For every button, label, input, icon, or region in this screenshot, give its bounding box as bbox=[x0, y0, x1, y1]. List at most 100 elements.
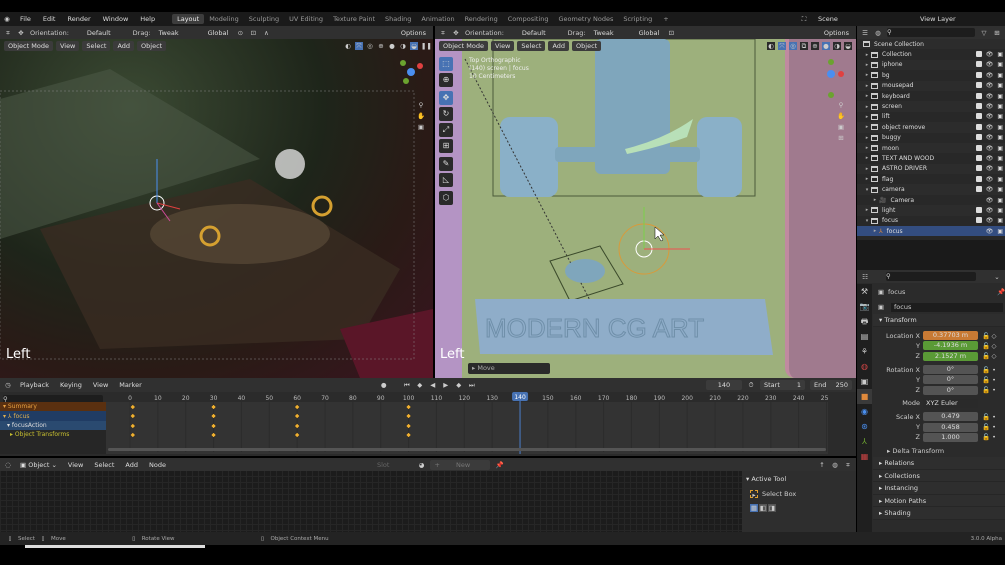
scale-tool-icon[interactable]: ⤢ bbox=[439, 123, 453, 137]
navigation-gizmo[interactable] bbox=[818, 59, 844, 101]
collapsed-arrow-icon[interactable]: ▸ bbox=[863, 93, 871, 99]
exclude-checkbox[interactable] bbox=[975, 123, 982, 130]
exclude-checkbox[interactable] bbox=[975, 82, 982, 89]
eye-icon[interactable]: 👁 bbox=[986, 145, 994, 152]
collapsed-arrow-icon[interactable]: ▸ bbox=[871, 228, 879, 234]
eye-icon[interactable]: 👁 bbox=[986, 228, 994, 235]
eye-icon[interactable]: 👁 bbox=[986, 61, 994, 68]
transform-orientation-dropdown[interactable]: Global bbox=[636, 28, 663, 38]
collapsed-arrow-icon[interactable]: ▸ bbox=[863, 72, 871, 78]
lock-icon[interactable]: 🔓 bbox=[982, 433, 990, 441]
camera-render-icon[interactable]: ▣ bbox=[997, 155, 1003, 162]
perspective-toggle-icon[interactable]: ⊞ bbox=[837, 134, 845, 142]
workspace-tab[interactable]: Texture Paint bbox=[328, 14, 380, 24]
next-keyframe-icon[interactable]: ◆ bbox=[455, 381, 463, 389]
object-type-icon[interactable]: ▣ bbox=[877, 303, 885, 311]
workspace-tab[interactable]: Shading bbox=[380, 14, 416, 24]
lock-icon[interactable]: 🔓 bbox=[982, 352, 990, 360]
collapsed-arrow-icon[interactable]: ▸ bbox=[863, 62, 871, 68]
camera-render-icon[interactable]: ▣ bbox=[997, 186, 1003, 193]
lock-icon[interactable]: 🔓 bbox=[982, 423, 990, 431]
camera-render-icon[interactable]: ▣ bbox=[997, 103, 1003, 110]
panel-header[interactable]: ▸ Instancing bbox=[873, 482, 1005, 495]
modifier-tab-icon[interactable]: ◉ bbox=[857, 404, 872, 419]
navigation-gizmo[interactable] bbox=[398, 59, 424, 87]
properties-search-input[interactable]: ⚲ bbox=[886, 272, 976, 281]
workspace-tab[interactable]: Compositing bbox=[503, 14, 554, 24]
tool-tab-icon[interactable]: ⚒ bbox=[857, 284, 872, 299]
play-reverse-icon[interactable]: ◀ bbox=[429, 381, 437, 389]
camera-render-icon[interactable]: ▣ bbox=[997, 176, 1003, 183]
channel-summary[interactable]: ▾ Summary bbox=[0, 402, 106, 412]
marker-menu[interactable]: Marker bbox=[116, 380, 144, 390]
menu-view[interactable]: View bbox=[490, 40, 515, 51]
collapsed-arrow-icon[interactable]: ▸ bbox=[863, 104, 871, 110]
viewport-top-orthographic[interactable]: MODERN CG ART Object Mode View Select Ad… bbox=[435, 39, 856, 378]
active-tool-row[interactable]: ▸ Select Box bbox=[742, 487, 856, 501]
outliner-item[interactable]: ▸ flag 👁 ▣ bbox=[857, 174, 1005, 184]
camera-view-icon[interactable]: ▣ bbox=[417, 123, 425, 131]
transform-orientation-dropdown[interactable]: Global bbox=[205, 28, 232, 38]
camera-render-icon[interactable]: ▣ bbox=[997, 228, 1003, 235]
eye-icon[interactable]: 👁 bbox=[986, 93, 994, 100]
eye-icon[interactable]: 👁 bbox=[986, 113, 994, 120]
keyframe-icon[interactable]: • bbox=[990, 376, 998, 384]
outliner-item[interactable]: ▸ Collection 👁 ▣ bbox=[857, 49, 1005, 59]
horizontal-scrollbar[interactable] bbox=[108, 448, 826, 451]
camera-render-icon[interactable]: ▣ bbox=[997, 93, 1003, 100]
eye-icon[interactable]: 👁 bbox=[986, 124, 994, 131]
collapsed-arrow-icon[interactable]: ▸ bbox=[871, 197, 879, 203]
eye-icon[interactable]: 👁 bbox=[986, 207, 994, 214]
lock-icon[interactable]: 🔓 bbox=[982, 366, 990, 374]
outliner-item[interactable]: ▸ light 👁 ▣ bbox=[857, 205, 1005, 216]
menu-file[interactable]: File bbox=[17, 15, 34, 23]
pivot-icon[interactable]: ⊙ bbox=[236, 29, 244, 37]
parent-node-icon[interactable]: ↑ bbox=[818, 461, 826, 469]
keyframe-icon[interactable]: ◇ bbox=[990, 342, 998, 350]
eye-icon[interactable]: 👁 bbox=[986, 51, 994, 58]
mode-new-icon[interactable]: ▦ bbox=[750, 504, 758, 512]
eye-icon[interactable]: 👁 bbox=[986, 197, 994, 204]
collapsed-arrow-icon[interactable]: ▸ bbox=[863, 166, 871, 172]
annotate-tool-icon[interactable]: ✎ bbox=[439, 157, 453, 171]
lock-icon[interactable]: 🔓 bbox=[982, 332, 990, 340]
rotation-x-field[interactable]: 0° bbox=[923, 365, 978, 375]
shading-solid-icon[interactable]: ● bbox=[822, 41, 830, 50]
exclude-checkbox[interactable] bbox=[975, 144, 982, 151]
workspace-tab[interactable]: Geometry Nodes bbox=[554, 14, 619, 24]
outliner-item[interactable]: ▸ object remove 👁 ▣ bbox=[857, 122, 1005, 133]
menu-help[interactable]: Help bbox=[137, 15, 158, 23]
camera-render-icon[interactable]: ▣ bbox=[997, 165, 1003, 172]
rotation-z-field[interactable]: 0° bbox=[923, 385, 978, 395]
outliner-item[interactable]: ▸ lift 👁 ▣ bbox=[857, 112, 1005, 122]
workspace-tab[interactable]: Scripting bbox=[618, 14, 657, 24]
transform-tool-icon[interactable]: ⊞ bbox=[439, 139, 453, 153]
camera-view-icon[interactable]: ▣ bbox=[837, 123, 845, 131]
menu-select[interactable]: Select bbox=[517, 40, 546, 51]
zoom-icon[interactable]: ⚲ bbox=[837, 101, 845, 109]
collapsed-arrow-icon[interactable]: ▸ bbox=[863, 124, 871, 130]
shading-rendered-icon[interactable]: ◒ bbox=[844, 41, 852, 50]
camera-render-icon[interactable]: ▣ bbox=[997, 113, 1003, 120]
collapsed-arrow-icon[interactable]: ▸ bbox=[863, 135, 871, 141]
gizmo-icon[interactable]: ⤧ bbox=[778, 41, 786, 50]
editor-type-icon[interactable]: ⌗ bbox=[439, 29, 447, 37]
exclude-checkbox[interactable] bbox=[975, 71, 982, 78]
play-icon[interactable]: ▶ bbox=[442, 381, 450, 389]
menu-select[interactable]: Select bbox=[91, 460, 117, 470]
outliner-item[interactable]: ▾ camera 👁 ▣ bbox=[857, 184, 1005, 195]
rotation-y-field[interactable]: 0° bbox=[923, 375, 978, 385]
filter-icon[interactable]: ▽ bbox=[980, 29, 988, 37]
render-tab-icon[interactable]: 📷 bbox=[857, 299, 872, 314]
shading-wireframe-icon[interactable]: ⊕ bbox=[377, 42, 385, 50]
current-frame-field[interactable]: 140 bbox=[706, 380, 742, 390]
options-dropdown[interactable]: Options bbox=[398, 28, 429, 38]
menu-view[interactable]: View bbox=[55, 40, 80, 51]
shader-editor[interactable]: ◌ ▣ Object ⌄ View Select Add Node Slot ◕… bbox=[0, 458, 856, 532]
keyframe-icon[interactable]: • bbox=[990, 433, 998, 441]
new-material-button[interactable]: + New bbox=[430, 459, 491, 470]
zoom-icon[interactable]: ⚲ bbox=[417, 101, 425, 109]
scale-x-field[interactable]: 0.479 bbox=[923, 412, 978, 422]
material-icon[interactable]: ◕ bbox=[417, 461, 425, 469]
keying-menu[interactable]: Keying bbox=[57, 380, 85, 390]
